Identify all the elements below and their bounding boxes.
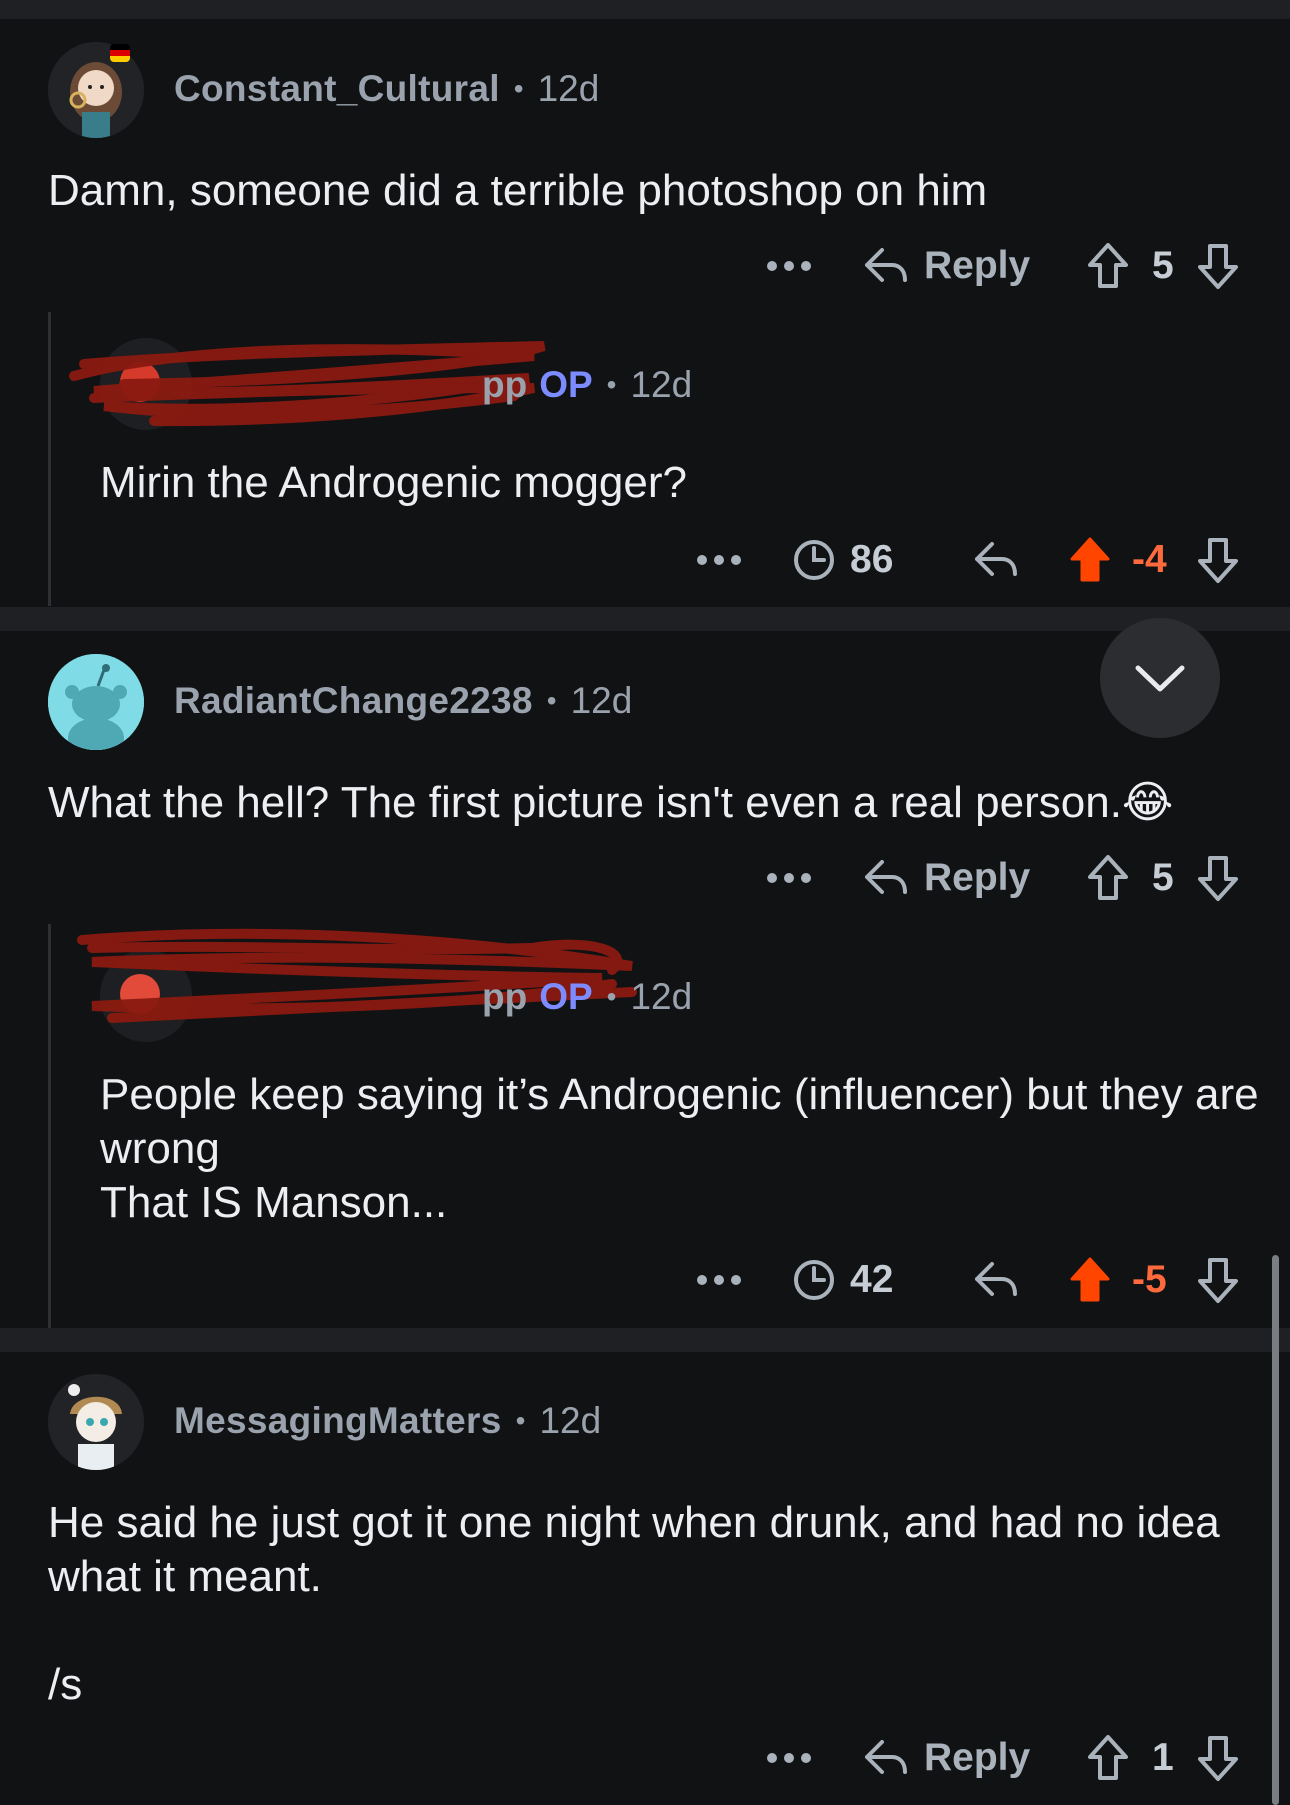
clock-icon — [794, 540, 834, 580]
top-divider — [0, 0, 1290, 19]
avatar-icon — [48, 1374, 144, 1470]
more-options-button[interactable] — [766, 236, 812, 296]
reply-button[interactable]: Reply — [862, 1728, 1030, 1788]
username[interactable]: RadiantChange2238 — [174, 680, 533, 722]
reply-meta: pp OP • 12d — [482, 364, 692, 406]
awards-count: 42 — [850, 1258, 894, 1301]
awards-button[interactable]: 86 — [792, 530, 893, 590]
upvote-arrow-icon — [1088, 243, 1128, 288]
op-badge: OP — [539, 364, 593, 405]
reply-button[interactable]: Reply — [862, 848, 1030, 908]
comment-age: 12d — [570, 680, 633, 721]
upvote-button[interactable] — [1086, 1728, 1130, 1788]
comment-divider — [0, 607, 1290, 631]
reply-label: Reply — [924, 1736, 1031, 1779]
username[interactable]: MessagingMatters — [174, 1400, 502, 1442]
upvote-arrow-icon — [1088, 855, 1128, 900]
meta-separator: • — [606, 369, 617, 400]
meta-separator: • — [546, 685, 557, 716]
meta-separator: • — [515, 1405, 526, 1436]
ellipsis-icon — [697, 555, 741, 565]
redaction-scribble — [69, 341, 546, 427]
downvote-button[interactable] — [1196, 1250, 1240, 1310]
comment-text: He said he just got it one night when dr… — [48, 1498, 1220, 1709]
comment-text: What the hell? The first picture isn't e… — [48, 778, 1174, 827]
next-comment-button[interactable] — [1100, 618, 1220, 738]
downvote-arrow-icon — [1198, 244, 1238, 289]
comment-age: 12d — [539, 1400, 602, 1441]
awards-button[interactable]: 42 — [792, 1250, 893, 1310]
reply-button[interactable] — [972, 1250, 1020, 1310]
scrollbar[interactable] — [1272, 1255, 1279, 1805]
upvote-arrow-icon — [1070, 537, 1110, 582]
reply-actions: 86 -4 — [0, 530, 1290, 590]
ellipsis-icon — [767, 1753, 811, 1763]
more-options-button[interactable] — [696, 1250, 742, 1310]
more-options-button[interactable] — [766, 848, 812, 908]
reply-label: Reply — [924, 244, 1031, 287]
flag-icon — [110, 44, 130, 62]
reply-button[interactable]: Reply — [862, 236, 1030, 296]
upvote-arrow-icon — [1070, 1257, 1110, 1302]
ellipsis-icon — [767, 873, 811, 883]
upvote-button[interactable] — [1086, 848, 1130, 908]
reply-arrow-icon — [975, 1262, 1017, 1296]
comment-meta: MessagingMatters • 12d — [174, 1400, 601, 1442]
avatar-icon — [48, 654, 144, 750]
reply-text: Mirin the Androgenic mogger? — [100, 458, 687, 507]
avatar[interactable] — [48, 1374, 144, 1470]
downvote-button[interactable] — [1196, 236, 1240, 296]
redacted-username-fragment[interactable]: pp — [482, 364, 527, 406]
comment-age: 12d — [630, 976, 693, 1017]
more-options-button[interactable] — [696, 530, 742, 590]
downvote-button[interactable] — [1196, 530, 1240, 590]
upvote-button-active[interactable] — [1068, 530, 1112, 590]
clock-icon — [794, 1260, 834, 1300]
comment-text: Damn, someone did a terrible photoshop o… — [48, 166, 988, 215]
comment-meta: Constant_Cultural • 12d — [174, 68, 599, 110]
vote-score: -4 — [1132, 538, 1167, 581]
comment-actions: Reply 5 — [0, 236, 1290, 296]
ellipsis-icon — [697, 1275, 741, 1285]
upvote-arrow-icon — [1088, 1735, 1128, 1780]
op-badge: OP — [539, 976, 593, 1017]
vote-score: 5 — [1152, 856, 1174, 899]
downvote-arrow-icon — [1198, 1258, 1238, 1303]
downvote-button[interactable] — [1196, 1728, 1240, 1788]
reply-actions: 42 -5 — [0, 1250, 1290, 1310]
more-options-button[interactable] — [766, 1728, 812, 1788]
downvote-arrow-icon — [1198, 538, 1238, 583]
username[interactable]: Constant_Cultural — [174, 68, 500, 110]
comment-meta: RadiantChange2238 • 12d — [174, 680, 632, 722]
chevron-down-icon — [1135, 665, 1185, 692]
awards-count: 86 — [850, 538, 894, 581]
comment-divider — [0, 1328, 1290, 1352]
downvote-arrow-icon — [1198, 856, 1238, 901]
avatar[interactable] — [48, 654, 144, 750]
reply-meta: pp OP • 12d — [482, 976, 692, 1018]
ellipsis-icon — [767, 261, 811, 271]
reply-text: People keep saying it’s Androgenic (infl… — [100, 1070, 1259, 1227]
comment-actions: Reply 1 — [0, 1728, 1290, 1788]
upvote-button[interactable] — [1086, 236, 1130, 296]
comment-age: 12d — [537, 68, 600, 109]
reply-button[interactable] — [972, 530, 1020, 590]
comment-actions: Reply 5 — [0, 848, 1290, 908]
downvote-button[interactable] — [1196, 848, 1240, 908]
reply-arrow-icon — [865, 860, 907, 894]
vote-score: -5 — [1132, 1258, 1167, 1301]
downvote-arrow-icon — [1198, 1736, 1238, 1781]
reply-arrow-icon — [975, 542, 1017, 576]
comment-age: 12d — [630, 364, 693, 405]
reply-arrow-icon — [865, 1740, 907, 1774]
upvote-button-active[interactable] — [1068, 1250, 1112, 1310]
meta-separator: • — [513, 73, 524, 104]
vote-score: 5 — [1152, 244, 1174, 287]
reply-arrow-icon — [865, 248, 907, 282]
reply-label: Reply — [924, 856, 1031, 899]
redacted-username-fragment[interactable]: pp — [482, 976, 527, 1018]
meta-separator: • — [606, 981, 617, 1012]
vote-score: 1 — [1152, 1736, 1174, 1779]
